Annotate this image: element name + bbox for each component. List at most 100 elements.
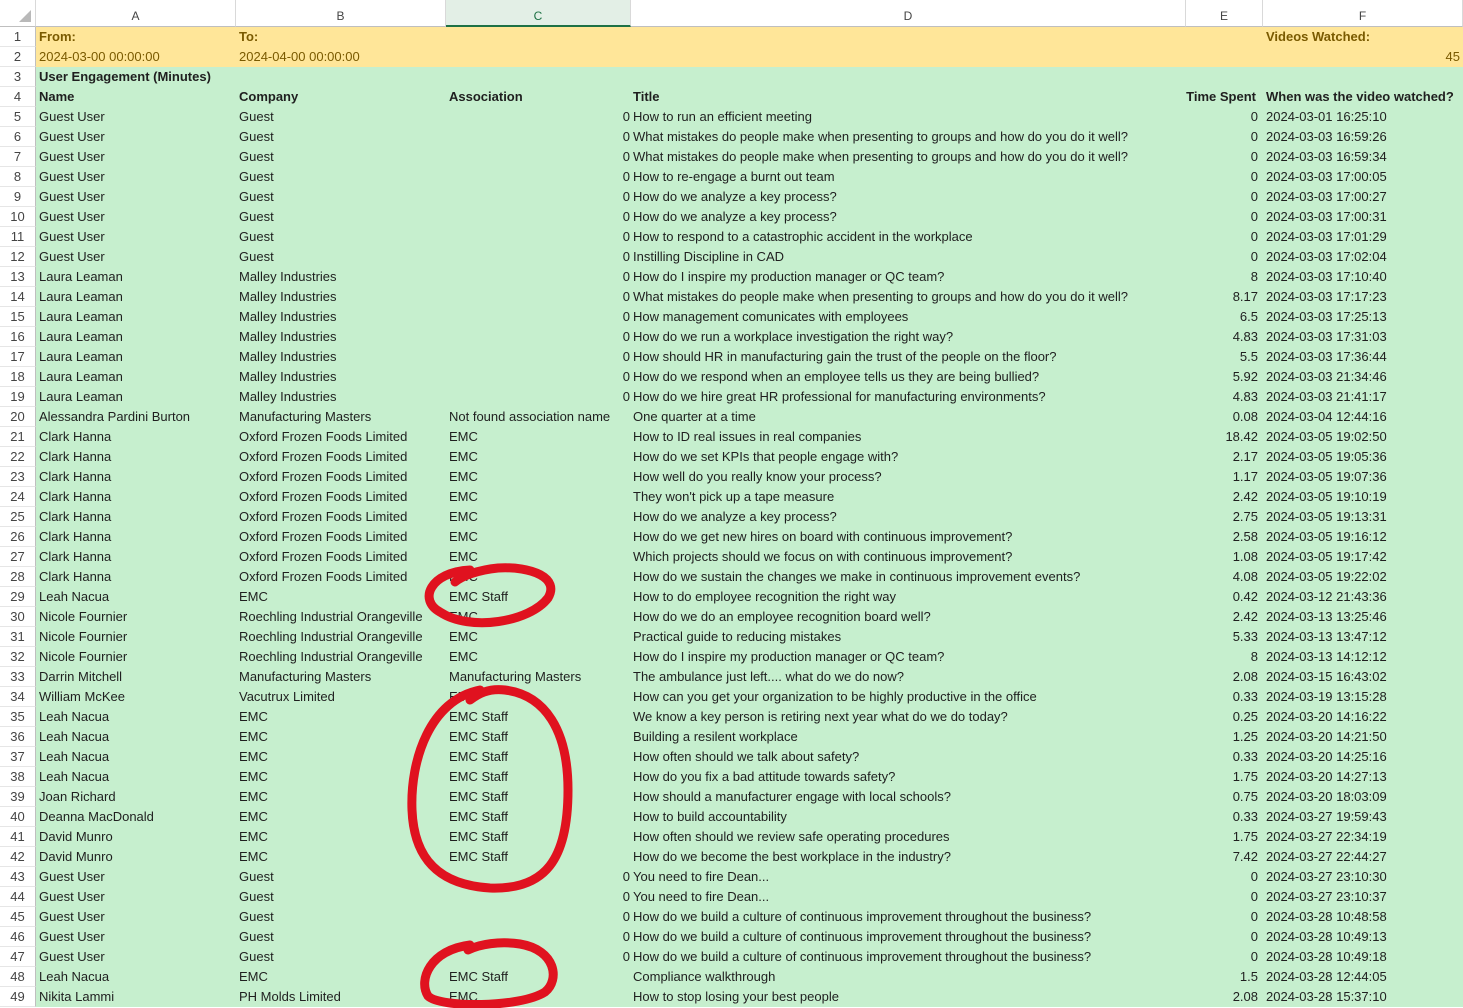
cell-name[interactable]: Deanna MacDonald	[39, 807, 234, 827]
row-header[interactable]: 12	[0, 247, 36, 267]
cell-association[interactable]: EMC	[449, 627, 629, 647]
cell-time-spent[interactable]: 8	[1186, 267, 1258, 287]
cell-watched-at[interactable]: 2024-03-27 22:34:19	[1266, 827, 1463, 847]
cell-time-spent[interactable]: 0	[1186, 887, 1258, 907]
cell-time-spent[interactable]: 0	[1186, 227, 1258, 247]
row-header[interactable]: 22	[0, 447, 36, 467]
column-title-name[interactable]: Name	[39, 87, 229, 107]
cell-company[interactable]: Guest	[239, 247, 444, 267]
cell-name[interactable]: Guest User	[39, 107, 234, 127]
cell-watched-at[interactable]: 2024-03-05 19:22:02	[1266, 567, 1463, 587]
cell-company[interactable]: Oxford Frozen Foods Limited	[239, 467, 444, 487]
cell-time-spent[interactable]: 2.58	[1186, 527, 1258, 547]
cell-title[interactable]: How often should we review safe operatin…	[633, 827, 1193, 847]
cell-watched-at[interactable]: 2024-03-05 19:07:36	[1266, 467, 1463, 487]
row-header[interactable]: 1	[0, 27, 36, 47]
row-header[interactable]: 9	[0, 187, 36, 207]
cell-name[interactable]: William McKee	[39, 687, 234, 707]
from-date-value[interactable]: 2024-03-00 00:00:00	[39, 47, 229, 67]
to-date-value[interactable]: 2024-04-00 00:00:00	[239, 47, 429, 67]
cell-name[interactable]: Laura Leaman	[39, 347, 234, 367]
cell-time-spent[interactable]: 0	[1186, 187, 1258, 207]
cell-title[interactable]: How should HR in manufacturing gain the …	[633, 347, 1193, 367]
cell-name[interactable]: Laura Leaman	[39, 327, 234, 347]
cell-association[interactable]: 0	[449, 107, 630, 127]
cell-title[interactable]: How to re-engage a burnt out team	[633, 167, 1193, 187]
cell-name[interactable]: Darrin Mitchell	[39, 667, 234, 687]
row-header[interactable]: 33	[0, 667, 36, 687]
cell-association[interactable]: EMC	[449, 467, 629, 487]
cell-name[interactable]: Leah Nacua	[39, 967, 234, 987]
row-header[interactable]: 19	[0, 387, 36, 407]
cell-association[interactable]: EMC Staff	[449, 967, 629, 987]
cell-title[interactable]: How to do employee recognition the right…	[633, 587, 1193, 607]
cell-name[interactable]: Guest User	[39, 127, 234, 147]
row-header[interactable]: 42	[0, 847, 36, 867]
cell-time-spent[interactable]: 0.08	[1186, 407, 1258, 427]
row-header[interactable]: 34	[0, 687, 36, 707]
row-header[interactable]: 2	[0, 47, 36, 67]
row-header[interactable]: 27	[0, 547, 36, 567]
cell-watched-at[interactable]: 2024-03-04 12:44:16	[1266, 407, 1463, 427]
cell-title[interactable]: How do we analyze a key process?	[633, 507, 1193, 527]
cell-association[interactable]: 0	[449, 127, 630, 147]
cell-company[interactable]: Roechling Industrial Orangeville	[239, 627, 444, 647]
column-title-association[interactable]: Association	[449, 87, 629, 107]
cell-watched-at[interactable]: 2024-03-03 17:00:31	[1266, 207, 1463, 227]
cell-association[interactable]: 0	[449, 207, 630, 227]
cell-title[interactable]: How to ID real issues in real companies	[633, 427, 1193, 447]
cell-time-spent[interactable]: 1.17	[1186, 467, 1258, 487]
cell-time-spent[interactable]: 0.33	[1186, 687, 1258, 707]
cell-name[interactable]: Guest User	[39, 207, 234, 227]
cell-watched-at[interactable]: 2024-03-27 19:59:43	[1266, 807, 1463, 827]
column-title-title[interactable]: Title	[633, 87, 1033, 107]
cell-title[interactable]: Which projects should we focus on with c…	[633, 547, 1193, 567]
cell-time-spent[interactable]: 1.08	[1186, 547, 1258, 567]
cell-watched-at[interactable]: 2024-03-03 21:41:17	[1266, 387, 1463, 407]
cell-association[interactable]: EMC	[449, 507, 629, 527]
cell-time-spent[interactable]: 5.33	[1186, 627, 1258, 647]
cell-association[interactable]: 0	[449, 347, 630, 367]
cell-title[interactable]: How well do you really know your process…	[633, 467, 1193, 487]
cell-name[interactable]: Guest User	[39, 227, 234, 247]
cell-time-spent[interactable]: 1.5	[1186, 967, 1258, 987]
cell-association[interactable]: 0	[449, 387, 630, 407]
row-header[interactable]: 17	[0, 347, 36, 367]
cell-watched-at[interactable]: 2024-03-03 17:36:44	[1266, 347, 1463, 367]
cell-company[interactable]: Oxford Frozen Foods Limited	[239, 567, 444, 587]
cell-company[interactable]: Malley Industries	[239, 387, 444, 407]
cell-association[interactable]: EMC	[449, 987, 629, 1007]
cell-name[interactable]: Guest User	[39, 927, 234, 947]
cell-company[interactable]: Vacutrux Limited	[239, 687, 444, 707]
cell-association[interactable]: EMC	[449, 527, 629, 547]
cell-time-spent[interactable]: 0	[1186, 167, 1258, 187]
column-title-time-spent[interactable]: Time Spent	[1176, 87, 1256, 107]
cell-name[interactable]: Nicole Fournier	[39, 607, 234, 627]
row-header[interactable]: 4	[0, 87, 36, 107]
cell-association[interactable]: EMC	[449, 447, 629, 467]
cell-name[interactable]: Guest User	[39, 887, 234, 907]
cell-company[interactable]: EMC	[239, 847, 444, 867]
cell-name[interactable]: Joan Richard	[39, 787, 234, 807]
cell-company[interactable]: EMC	[239, 787, 444, 807]
cell-title[interactable]: How to stop losing your best people	[633, 987, 1193, 1007]
cell-company[interactable]: EMC	[239, 807, 444, 827]
cell-name[interactable]: Leah Nacua	[39, 767, 234, 787]
row-header[interactable]: 10	[0, 207, 36, 227]
row-header[interactable]: 30	[0, 607, 36, 627]
cell-association[interactable]: EMC Staff	[449, 807, 629, 827]
cell-title[interactable]: You need to fire Dean...	[633, 887, 1193, 907]
row-header[interactable]: 20	[0, 407, 36, 427]
cell-company[interactable]: Manufacturing Masters	[239, 667, 444, 687]
cell-name[interactable]: Clark Hanna	[39, 427, 234, 447]
cell-watched-at[interactable]: 2024-03-20 14:21:50	[1266, 727, 1463, 747]
cell-name[interactable]: Guest User	[39, 147, 234, 167]
column-header-c[interactable]: C	[446, 0, 631, 27]
row-header[interactable]: 48	[0, 967, 36, 987]
cell-company[interactable]: EMC	[239, 587, 444, 607]
cell-time-spent[interactable]: 2.08	[1186, 667, 1258, 687]
cell-watched-at[interactable]: 2024-03-05 19:05:36	[1266, 447, 1463, 467]
cell-watched-at[interactable]: 2024-03-20 14:27:13	[1266, 767, 1463, 787]
cell-company[interactable]: PH Molds Limited	[239, 987, 444, 1007]
cell-name[interactable]: Laura Leaman	[39, 307, 234, 327]
